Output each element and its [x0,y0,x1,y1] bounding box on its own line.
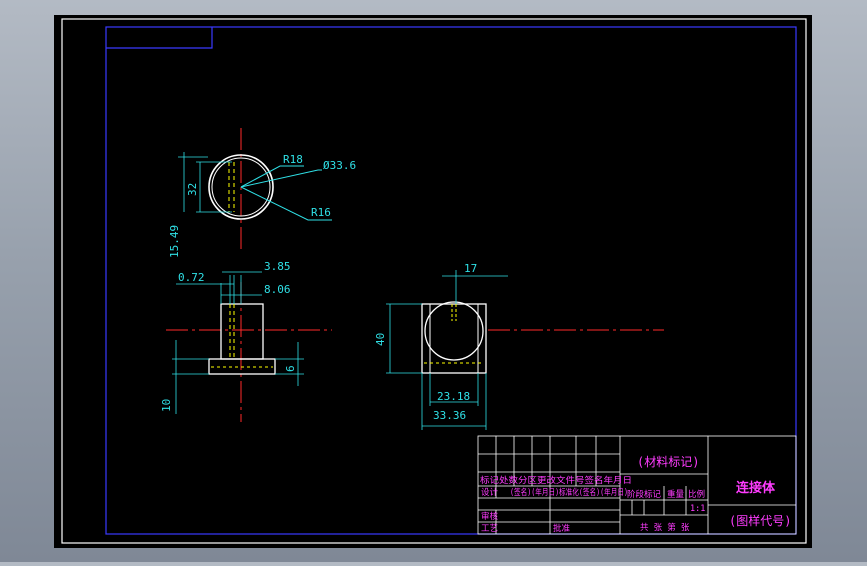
scale-label: 比例 [688,489,705,500]
design-label: 设计 [481,487,499,498]
weight-label: 重量 [667,489,685,500]
dim-0-72: 0.72 [178,271,205,284]
process-label: 工艺 [481,524,498,534]
material-label: (材料标记) [637,455,699,469]
dim-17: 17 [464,262,477,275]
review-label: 审核 [481,511,499,522]
dim-r18: R18 [283,153,303,166]
dim-3-85: 3.85 [264,260,291,273]
dim-6: 6 [284,365,297,372]
part-name: 连接体 [736,480,776,496]
dim-diameter: Ø33.6 [323,159,356,172]
revision-row: 标记处数分区更改文件号签名年月日 [480,474,632,486]
dim-32: 32 [186,183,199,196]
dim-r16: R16 [311,206,331,219]
drawing-code: (图样代号) [729,513,791,528]
scale-value: 1:1 [690,504,705,514]
dim-10: 10 [160,399,173,412]
dim-23-18: 23.18 [437,390,470,403]
sheet-count: 共 张 第 张 [640,522,690,533]
dim-15-49: 15.49 [168,225,181,258]
drawing-canvas[interactable]: R18 Ø33.6 R16 32 15.49 0.72 3.85 8.06 6 … [0,0,867,562]
cad-viewport[interactable]: R18 Ø33.6 R16 32 15.49 0.72 3.85 8.06 6 … [0,0,867,562]
approve-label: 批准 [553,523,571,534]
dim-33-36: 33.36 [433,409,466,422]
dim-40: 40 [374,333,387,346]
dim-8-06: 8.06 [264,283,291,296]
standard-row: (签名)(年月日)标准化(签名)(年月日) [510,487,628,498]
stage-label: 阶段标记 [627,489,662,500]
